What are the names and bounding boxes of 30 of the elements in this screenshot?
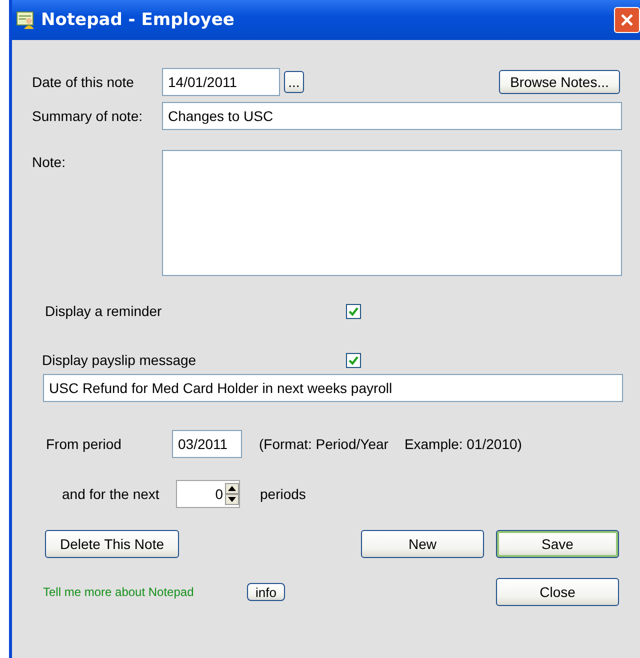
date-label: Date of this note	[32, 74, 135, 90]
checkbox-label: Display a reminder	[45, 303, 163, 319]
date-field[interactable]: 14/01/2011	[162, 68, 280, 96]
summary-field[interactable]: Changes to USC	[162, 102, 622, 130]
summary-label: Summary of note:	[32, 108, 144, 124]
new-button[interactable]: New	[361, 530, 484, 558]
checkbox-label: Display payslip message	[42, 352, 198, 368]
period-count-spinner[interactable]: 0	[176, 480, 240, 508]
window-title: Notepad - Employee	[41, 10, 236, 30]
from-period-label: From period	[46, 436, 122, 452]
info-button[interactable]: info	[247, 583, 285, 601]
example-hint: Example: 01/2010)	[404, 436, 522, 452]
next-label: and for the next	[62, 486, 160, 502]
save-button[interactable]: Save	[496, 530, 619, 558]
delete-note-button[interactable]: Delete This Note	[45, 530, 179, 558]
checkbox[interactable]	[346, 352, 361, 368]
close-button[interactable]: Close	[496, 578, 619, 606]
notepad-person-icon	[16, 10, 36, 30]
from-period-field[interactable]: 03/2011	[172, 430, 242, 458]
date-picker-button[interactable]: ...	[284, 71, 304, 93]
payslip-message-field[interactable]: USC Refund for Med Card Holder in next weeks payroll	[43, 374, 623, 402]
checkbox[interactable]	[346, 304, 361, 318]
format-hint: (Format: Period/Year	[259, 436, 388, 452]
periods-label: periods	[260, 486, 306, 502]
close-icon	[619, 12, 635, 28]
close-window-button[interactable]	[614, 7, 640, 33]
help-text: Tell me more about Notepad	[43, 585, 195, 599]
note-label: Note:	[32, 154, 66, 170]
note-textarea[interactable]	[162, 150, 622, 276]
browse-notes-button[interactable]: Browse Notes...	[499, 70, 620, 94]
